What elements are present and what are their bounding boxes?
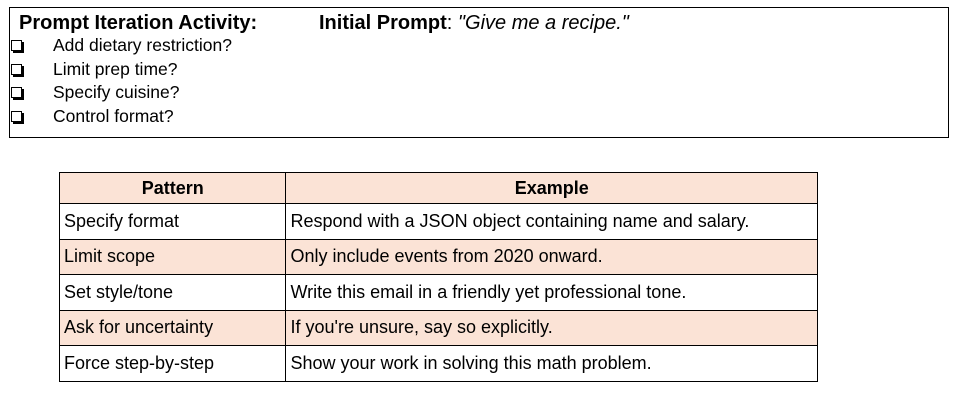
checklist-item[interactable]: Add dietary restriction? <box>11 34 232 58</box>
table-row: Limit scope Only include events from 202… <box>58 238 818 275</box>
initial-prompt: Initial Prompt: "Give me a recipe." <box>319 11 629 35</box>
checklist-item[interactable]: Specify cuisine? <box>11 81 232 105</box>
initial-prompt-separator: : <box>446 12 458 34</box>
table-row: Set style/tone Write this email in a fri… <box>58 274 818 311</box>
checklist-item[interactable]: Control format? <box>11 105 232 129</box>
checklist-item-label: Specify cuisine? <box>53 82 180 103</box>
pattern-cell: Limit scope <box>58 238 287 275</box>
checklist-item[interactable]: Limit prep time? <box>11 58 232 82</box>
checkbox-icon[interactable] <box>11 40 22 52</box>
example-cell: Only include events from 2020 onward. <box>285 238 818 275</box>
pattern-example-table: Pattern Example Specify format Respond w… <box>58 172 818 382</box>
checkbox-icon[interactable] <box>11 63 22 75</box>
pattern-cell: Ask for uncertainty <box>58 309 287 346</box>
checkbox-icon[interactable] <box>11 110 22 122</box>
table-row: Force step-by-step Show your work in sol… <box>58 345 818 382</box>
checklist-item-label: Limit prep time? <box>53 58 178 79</box>
example-cell: Show your work in solving this math prob… <box>285 345 818 382</box>
example-cell: If you're unsure, say so explicitly. <box>285 309 818 346</box>
example-cell: Respond with a JSON object containing na… <box>285 203 818 240</box>
checklist-item-label: Add dietary restriction? <box>53 35 232 56</box>
example-cell: Write this email in a friendly yet profe… <box>285 274 818 311</box>
table-header-row: Pattern Example <box>58 172 818 204</box>
prompt-iteration-activity-box: Prompt Iteration Activity: Initial Promp… <box>9 7 949 138</box>
pattern-cell: Force step-by-step <box>58 345 287 382</box>
initial-prompt-label: Initial Prompt <box>319 12 447 34</box>
column-header-pattern: Pattern <box>58 172 287 204</box>
table-row: Ask for uncertainty If you're unsure, sa… <box>58 309 818 346</box>
iteration-checklist: Add dietary restriction? Limit prep time… <box>11 34 232 128</box>
activity-title: Prompt Iteration Activity: <box>19 12 258 34</box>
initial-prompt-text: "Give me a recipe." <box>457 12 629 34</box>
table-row: Specify format Respond with a JSON objec… <box>58 203 818 240</box>
checkbox-icon[interactable] <box>11 87 22 99</box>
pattern-cell: Specify format <box>58 203 287 240</box>
pattern-cell: Set style/tone <box>58 274 287 311</box>
checklist-item-label: Control format? <box>53 105 174 126</box>
column-header-example: Example <box>285 172 818 204</box>
